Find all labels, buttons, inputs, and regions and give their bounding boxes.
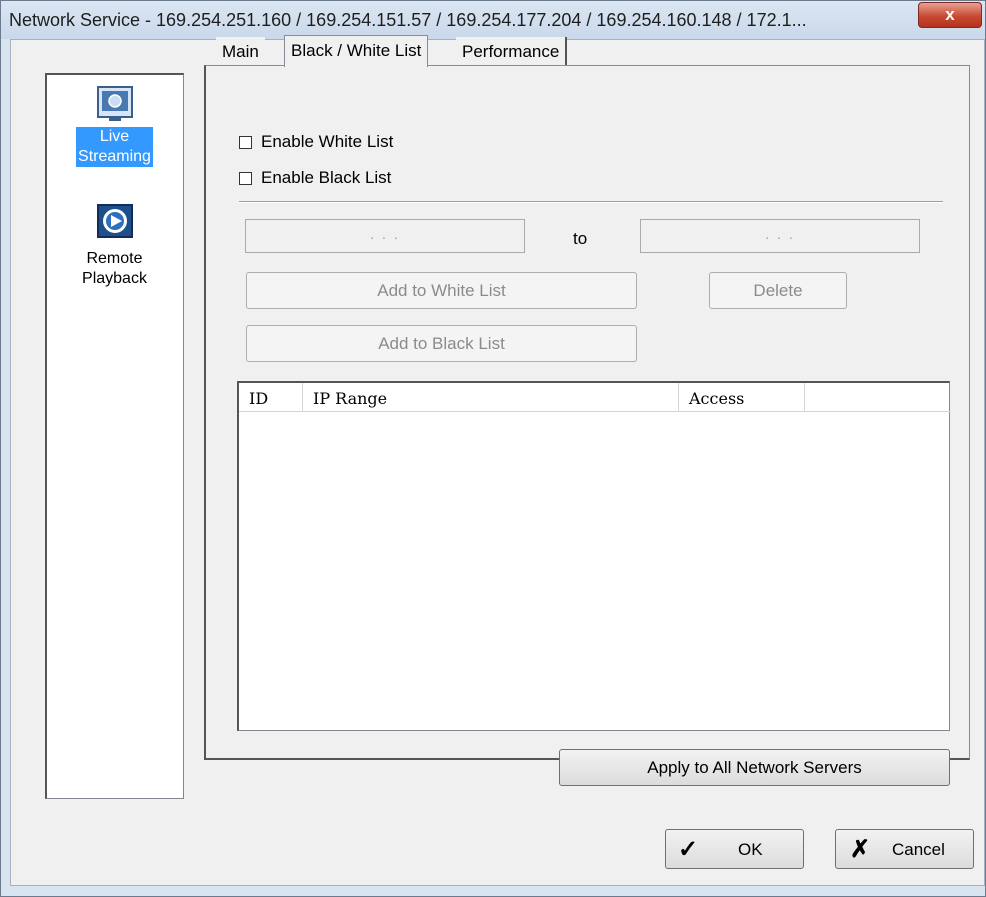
ip-list-table[interactable]: ID IP Range Access xyxy=(237,381,950,731)
window-title: Network Service - 169.254.251.160 / 169.… xyxy=(9,10,807,30)
enable-white-list-checkbox[interactable] xyxy=(239,136,252,150)
close-button[interactable]: x xyxy=(918,2,982,28)
to-label: to xyxy=(573,229,588,248)
column-header-ip-range[interactable]: IP Range xyxy=(303,383,679,411)
column-header-access[interactable]: Access xyxy=(679,383,805,411)
separator xyxy=(239,201,943,203)
add-to-white-list-button[interactable]: Add to White List xyxy=(246,272,637,309)
checkmark-icon: ✓ xyxy=(678,836,699,863)
enable-black-list-option[interactable]: Enable Black List xyxy=(239,167,391,189)
ok-label: OK xyxy=(738,840,763,859)
nav-item-remote-playback[interactable]: Remote Playback xyxy=(47,203,182,289)
x-mark-icon: ✗ xyxy=(850,836,871,863)
title-bar[interactable]: Network Service - 169.254.251.160 / 169.… xyxy=(1,1,985,39)
network-service-window: Network Service - 169.254.251.160 / 169.… xyxy=(0,0,986,897)
ok-button[interactable]: ✓ OK xyxy=(665,829,804,869)
column-header-extra xyxy=(805,383,950,411)
close-icon: x xyxy=(945,5,955,24)
cancel-button[interactable]: ✗ Cancel xyxy=(835,829,974,869)
category-panel: Live Streaming Remote Playback xyxy=(45,73,184,799)
tab-black-white-list[interactable]: Black / White List xyxy=(284,35,429,67)
ip-start-field[interactable]: . . . xyxy=(245,219,525,253)
nav-item-live-streaming[interactable]: Live Streaming xyxy=(47,85,182,167)
enable-black-list-label: Enable Black List xyxy=(261,168,392,187)
delete-button[interactable]: Delete xyxy=(709,272,847,309)
nav-label-remote-playback: Remote Playback xyxy=(82,250,147,287)
tab-performance[interactable]: Performance xyxy=(456,37,568,65)
play-icon xyxy=(96,204,133,238)
apply-to-all-button[interactable]: Apply to All Network Servers xyxy=(559,749,950,786)
ip-end-field[interactable]: . . . xyxy=(640,219,920,253)
nav-label-live-streaming: Live Streaming xyxy=(76,127,153,167)
enable-white-list-option[interactable]: Enable White List xyxy=(239,131,393,153)
add-to-black-list-button[interactable]: Add to Black List xyxy=(246,325,637,362)
table-header: ID IP Range Access xyxy=(239,383,950,412)
enable-black-list-checkbox[interactable] xyxy=(239,172,252,186)
cancel-label: Cancel xyxy=(892,840,945,859)
column-header-id[interactable]: ID xyxy=(239,383,303,411)
enable-white-list-label: Enable White List xyxy=(261,132,394,151)
tab-main[interactable]: Main xyxy=(216,37,265,65)
monitor-icon xyxy=(96,86,133,121)
